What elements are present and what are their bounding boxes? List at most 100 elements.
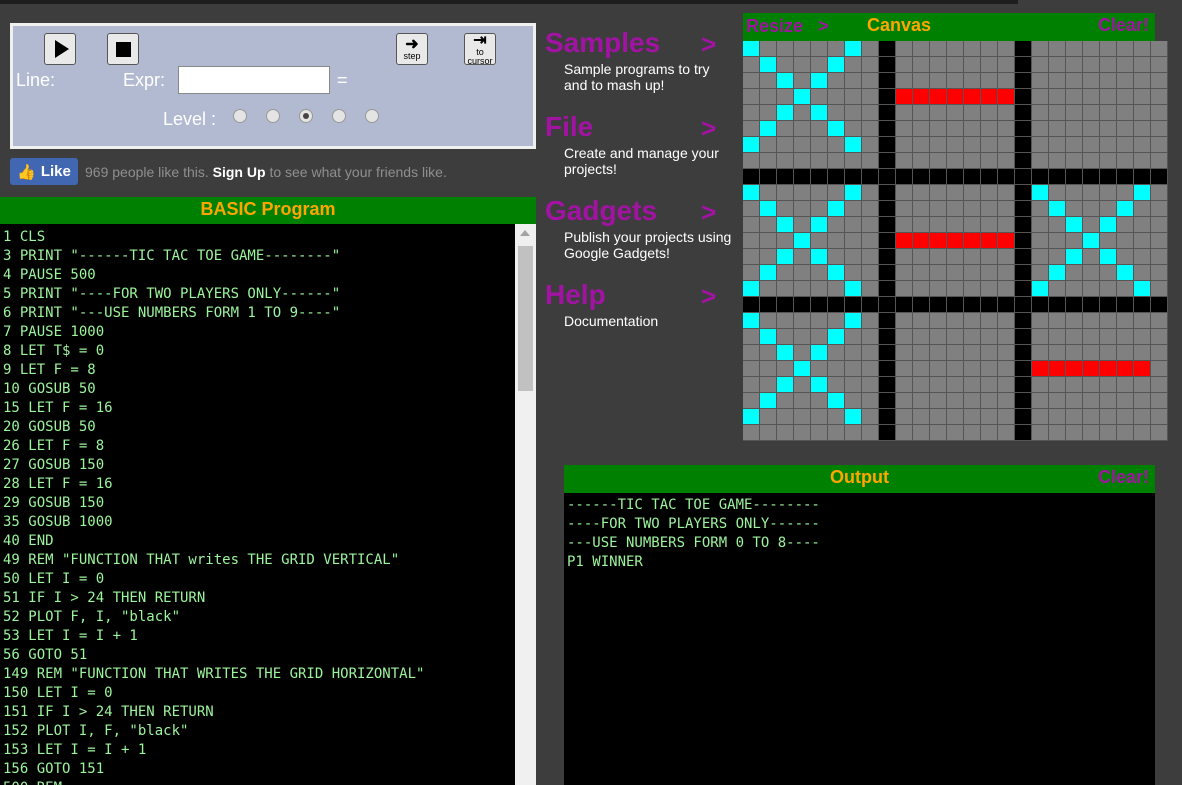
canvas-pixel bbox=[879, 89, 896, 105]
canvas-pixel bbox=[1032, 345, 1049, 361]
code-line[interactable]: 7 PAUSE 1000 bbox=[0, 323, 515, 342]
canvas-pixel bbox=[828, 105, 845, 121]
code-line[interactable]: 500 REM bbox=[0, 779, 515, 785]
code-line[interactable]: 156 GOTO 151 bbox=[0, 760, 515, 779]
level-radio-2[interactable] bbox=[266, 109, 280, 123]
code-line[interactable]: 153 LET I = I + 1 bbox=[0, 741, 515, 760]
level-radio-4[interactable] bbox=[332, 109, 346, 123]
code-line[interactable]: 52 PLOT F, I, "black" bbox=[0, 608, 515, 627]
code-line[interactable]: 150 LET I = 0 bbox=[0, 684, 515, 703]
scrollbar-thumb[interactable] bbox=[518, 246, 533, 391]
code-line[interactable]: 29 GOSUB 150 bbox=[0, 494, 515, 513]
menu-gadgets-arrow-icon[interactable]: > bbox=[701, 197, 716, 228]
code-line[interactable]: 149 REM "FUNCTION THAT WRITES THE GRID H… bbox=[0, 665, 515, 684]
canvas-pixel bbox=[930, 41, 947, 57]
code-line[interactable]: 151 IF I > 24 THEN RETURN bbox=[0, 703, 515, 722]
code-line[interactable]: 152 PLOT I, F, "black" bbox=[0, 722, 515, 741]
code-line[interactable]: 4 PAUSE 500 bbox=[0, 266, 515, 285]
step-button[interactable]: ➜ step bbox=[396, 33, 428, 65]
scroll-up-arrow-icon[interactable] bbox=[520, 230, 530, 236]
canvas-pixel bbox=[1015, 425, 1032, 441]
level-radio-3[interactable] bbox=[299, 109, 313, 123]
run-button[interactable] bbox=[44, 33, 76, 65]
canvas-resize-label[interactable]: Resize bbox=[746, 16, 803, 36]
canvas-pixel bbox=[811, 121, 828, 137]
code-line[interactable]: 20 GOSUB 50 bbox=[0, 418, 515, 437]
canvas-pixel bbox=[760, 185, 777, 201]
code-line[interactable]: 53 LET I = I + 1 bbox=[0, 627, 515, 646]
canvas-pixel bbox=[1151, 217, 1168, 233]
menu-samples-title[interactable]: Samples bbox=[545, 27, 660, 59]
expr-input[interactable] bbox=[178, 66, 330, 94]
menu-file-title[interactable]: File bbox=[545, 111, 593, 143]
menu-samples-arrow-icon[interactable]: > bbox=[701, 29, 716, 60]
canvas-pixel bbox=[794, 233, 811, 249]
canvas-pixel bbox=[1015, 121, 1032, 137]
code-scrollbar[interactable] bbox=[515, 224, 536, 785]
canvas-clear-button[interactable]: Clear! bbox=[1098, 15, 1149, 36]
canvas-pixel bbox=[879, 329, 896, 345]
sign-up-link[interactable]: Sign Up bbox=[213, 164, 266, 180]
canvas-pixel bbox=[794, 329, 811, 345]
code-line[interactable]: 26 LET F = 8 bbox=[0, 437, 515, 456]
code-line[interactable]: 56 GOTO 51 bbox=[0, 646, 515, 665]
canvas-pixel bbox=[913, 361, 930, 377]
code-line[interactable]: 27 GOSUB 150 bbox=[0, 456, 515, 475]
code-line[interactable]: 35 GOSUB 1000 bbox=[0, 513, 515, 532]
canvas-pixel bbox=[811, 409, 828, 425]
level-radio-5[interactable] bbox=[365, 109, 379, 123]
menu-help-arrow-icon[interactable]: > bbox=[701, 281, 716, 312]
canvas-pixel bbox=[1066, 425, 1083, 441]
canvas-pixel bbox=[1151, 393, 1168, 409]
canvas-pixel bbox=[1066, 153, 1083, 169]
canvas-pixel bbox=[811, 249, 828, 265]
code-line[interactable]: 3 PRINT "------TIC TAC TOE GAME--------" bbox=[0, 247, 515, 266]
canvas-pixel bbox=[1083, 153, 1100, 169]
canvas-pixel bbox=[1117, 297, 1134, 313]
canvas-pixel bbox=[1100, 249, 1117, 265]
code-line[interactable]: 40 END bbox=[0, 532, 515, 551]
stop-button[interactable] bbox=[107, 33, 139, 65]
code-line[interactable]: 1 CLS bbox=[0, 228, 515, 247]
output-clear-button[interactable]: Clear! bbox=[1098, 467, 1149, 488]
canvas-pixel bbox=[1083, 297, 1100, 313]
canvas-pixel bbox=[1083, 185, 1100, 201]
code-line[interactable]: 5 PRINT "----FOR TWO PLAYERS ONLY------" bbox=[0, 285, 515, 304]
canvas-pixel bbox=[845, 233, 862, 249]
output-line: P1 WINNER bbox=[567, 554, 643, 570]
code-line[interactable]: 49 REM "FUNCTION THAT writes THE GRID VE… bbox=[0, 551, 515, 570]
canvas-pixel bbox=[777, 425, 794, 441]
canvas-pixel bbox=[811, 89, 828, 105]
canvas-pixel bbox=[981, 169, 998, 185]
canvas-pixel bbox=[1117, 313, 1134, 329]
code-line[interactable]: 15 LET F = 16 bbox=[0, 399, 515, 418]
canvas-pixel bbox=[913, 345, 930, 361]
menu-gadgets-title[interactable]: Gadgets bbox=[545, 195, 657, 227]
run-to-cursor-button[interactable]: ⇥ to cursor bbox=[464, 32, 496, 65]
canvas-pixel bbox=[1066, 361, 1083, 377]
canvas-resize-arrow-icon[interactable]: > bbox=[818, 16, 829, 36]
canvas-pixel bbox=[930, 361, 947, 377]
canvas-pixel bbox=[1066, 169, 1083, 185]
canvas-pixel bbox=[862, 185, 879, 201]
canvas-pixel bbox=[777, 73, 794, 89]
menu-help-title[interactable]: Help bbox=[545, 279, 606, 311]
canvas-pixel bbox=[896, 105, 913, 121]
code-line[interactable]: 8 LET T$ = 0 bbox=[0, 342, 515, 361]
canvas-resize-link[interactable]: Resize > bbox=[746, 16, 829, 37]
canvas-pixel bbox=[1100, 425, 1117, 441]
code-line[interactable]: 28 LET F = 16 bbox=[0, 475, 515, 494]
canvas-grid[interactable] bbox=[743, 41, 1168, 441]
canvas-pixel bbox=[777, 297, 794, 313]
code-editor[interactable]: 1 CLS 3 PRINT "------TIC TAC TOE GAME----… bbox=[0, 224, 515, 785]
level-radio-1[interactable] bbox=[233, 109, 247, 123]
code-line[interactable]: 50 LET I = 0 bbox=[0, 570, 515, 589]
like-button[interactable]: 👍 Like bbox=[10, 158, 78, 185]
menu-file-arrow-icon[interactable]: > bbox=[701, 113, 716, 144]
code-line[interactable]: 9 LET F = 8 bbox=[0, 361, 515, 380]
code-line[interactable]: 10 GOSUB 50 bbox=[0, 380, 515, 399]
code-line[interactable]: 6 PRINT "---USE NUMBERS FORM 1 TO 9----" bbox=[0, 304, 515, 323]
canvas-pixel bbox=[896, 409, 913, 425]
canvas-pixel bbox=[1015, 57, 1032, 73]
code-line[interactable]: 51 IF I > 24 THEN RETURN bbox=[0, 589, 515, 608]
